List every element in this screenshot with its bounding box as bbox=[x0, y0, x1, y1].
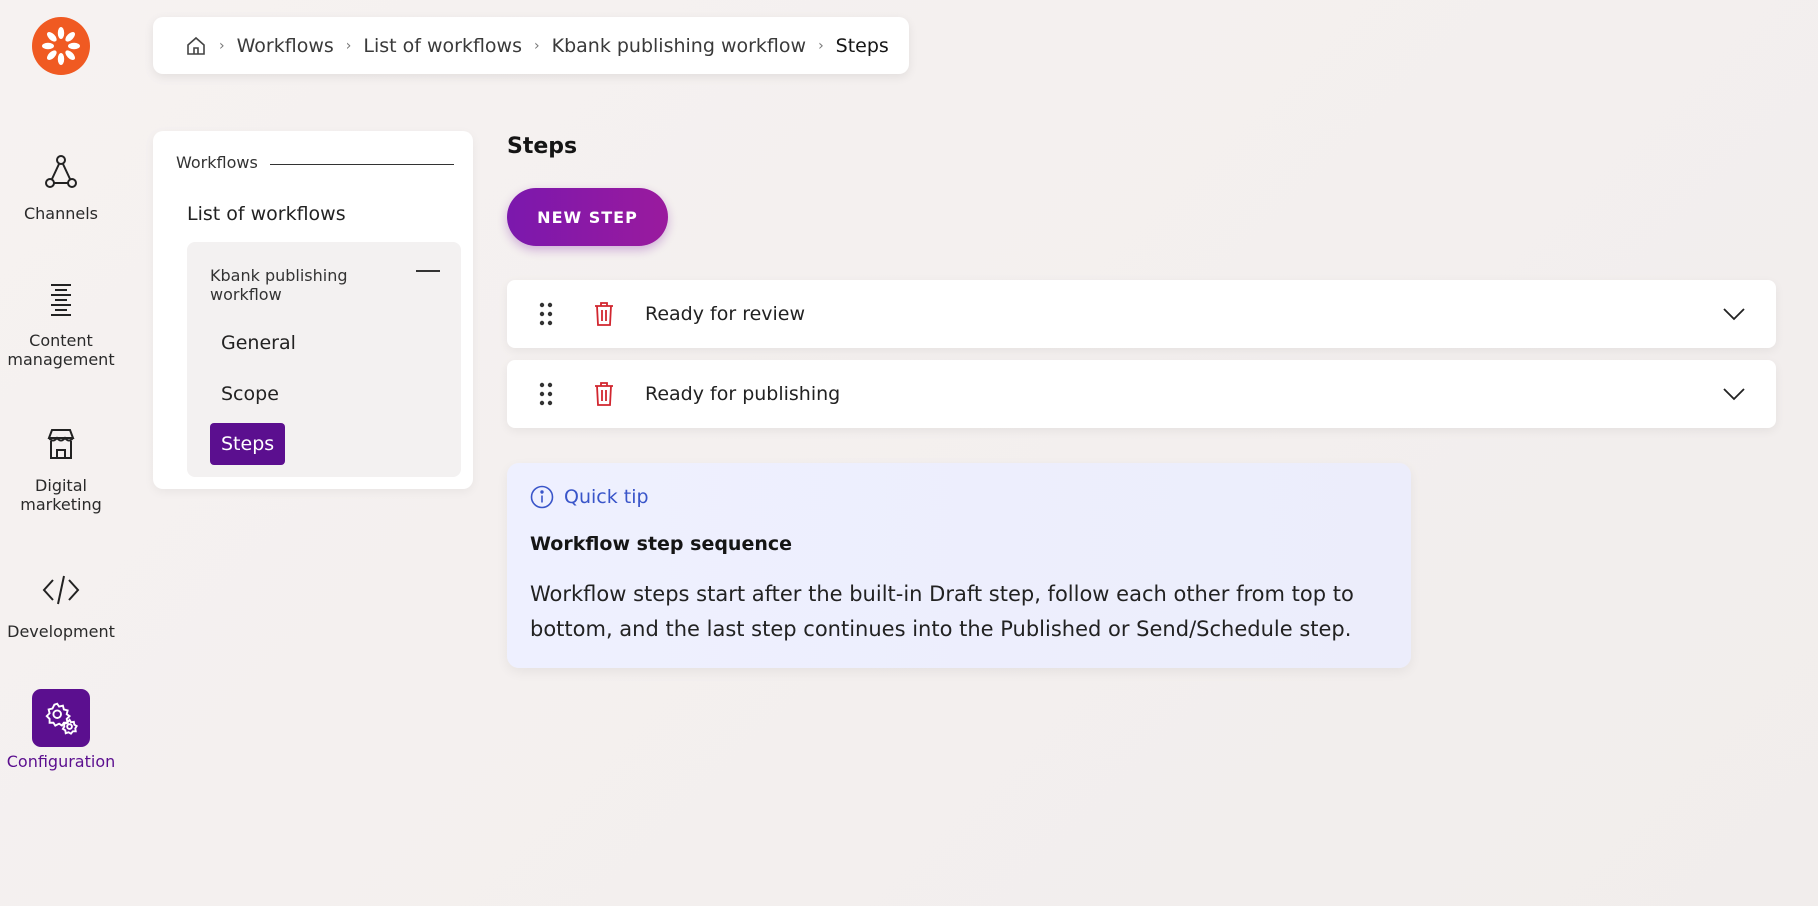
code-icon bbox=[39, 568, 83, 612]
breadcrumb-separator: › bbox=[219, 37, 225, 54]
panel-heading-label: Workflows bbox=[176, 153, 258, 172]
workflows-panel: Workflows List of workflows Kbank publis… bbox=[153, 131, 473, 489]
logo-icon bbox=[42, 27, 80, 65]
page-title: Steps bbox=[507, 134, 578, 159]
sub-item-scope[interactable]: Scope bbox=[210, 373, 290, 415]
nav-label-channels: Channels bbox=[23, 204, 99, 223]
quick-tip-header: Quick tip bbox=[530, 485, 649, 509]
breadcrumb-separator: › bbox=[345, 37, 352, 54]
step-row[interactable]: Ready for review bbox=[507, 280, 1776, 348]
app-logo[interactable] bbox=[32, 17, 90, 75]
nav-label-development: Development bbox=[7, 622, 115, 641]
workflow-group-title[interactable]: Kbank publishing workflow bbox=[210, 266, 380, 304]
quick-tip-label: Quick tip bbox=[564, 486, 649, 508]
step-label: Ready for review bbox=[645, 303, 806, 325]
breadcrumb-steps: Steps bbox=[835, 34, 889, 57]
breadcrumb: › Workflows › List of workflows › Kbank … bbox=[153, 17, 909, 74]
nav-label-content-management: Content management bbox=[7, 331, 115, 369]
drag-handle-icon[interactable] bbox=[539, 382, 553, 406]
breadcrumb-separator: › bbox=[534, 37, 540, 54]
nav-label-digital-marketing: Digital marketing bbox=[20, 476, 102, 514]
nav-label-configuration: Configuration bbox=[6, 752, 116, 771]
quick-tip-title: Workflow step sequence bbox=[530, 533, 793, 555]
digital-marketing-icon bbox=[39, 422, 83, 466]
drag-handle-icon[interactable] bbox=[539, 302, 553, 326]
sub-item-general[interactable]: General bbox=[210, 322, 307, 364]
nav-item-channels[interactable]: Channels bbox=[0, 150, 122, 223]
nav-item-configuration[interactable]: Configuration bbox=[0, 689, 122, 771]
step-row[interactable]: Ready for publishing bbox=[507, 360, 1776, 428]
delete-icon[interactable] bbox=[593, 381, 615, 407]
collapse-icon[interactable] bbox=[416, 270, 440, 272]
chevron-down-icon[interactable] bbox=[1722, 307, 1746, 321]
breadcrumb-kbank-publishing-workflow[interactable]: Kbank publishing workflow bbox=[552, 35, 806, 57]
quick-tip: Quick tip Workflow step sequence Workflo… bbox=[507, 463, 1411, 668]
sub-item-steps[interactable]: Steps bbox=[210, 423, 286, 465]
panel-heading-divider bbox=[269, 164, 454, 165]
panel-heading: Workflows bbox=[176, 153, 454, 172]
gear-icon bbox=[32, 689, 90, 747]
list-of-workflows-link[interactable]: List of workflows bbox=[187, 203, 346, 225]
breadcrumb-list-of-workflows[interactable]: List of workflows bbox=[363, 35, 522, 57]
nav-item-content-management[interactable]: Content management bbox=[0, 277, 122, 369]
content-management-icon bbox=[39, 277, 83, 321]
step-label: Ready for publishing bbox=[645, 383, 841, 405]
nav-item-digital-marketing[interactable]: Digital marketing bbox=[0, 422, 122, 514]
home-icon[interactable] bbox=[185, 35, 207, 57]
breadcrumb-separator: › bbox=[818, 37, 824, 54]
quick-tip-body: Workflow steps start after the built-in … bbox=[530, 582, 1354, 641]
info-icon bbox=[530, 485, 554, 509]
new-step-button[interactable]: NEW STEP bbox=[507, 188, 668, 246]
chevron-down-icon[interactable] bbox=[1722, 387, 1746, 401]
breadcrumb-workflows[interactable]: Workflows bbox=[237, 35, 334, 57]
nav-item-development[interactable]: Development bbox=[0, 568, 122, 641]
workflow-group: Kbank publishing workflow General Scope … bbox=[187, 242, 461, 477]
delete-icon[interactable] bbox=[593, 301, 615, 327]
channels-icon bbox=[39, 150, 83, 194]
